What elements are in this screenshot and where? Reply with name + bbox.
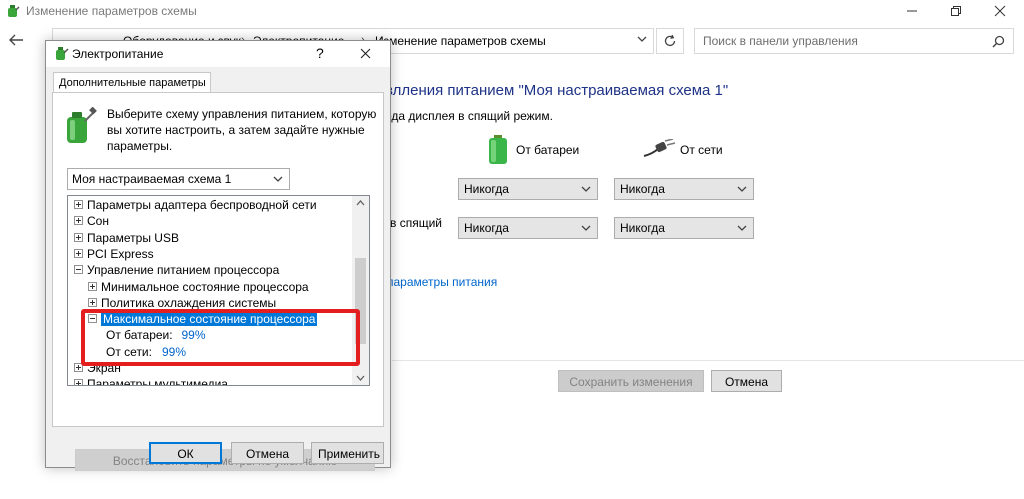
- chevron-down-icon: [581, 186, 591, 192]
- sleep-ac-dropdown[interactable]: Никогда: [614, 217, 754, 239]
- dropdown-value: Никогда: [620, 221, 665, 235]
- tree-item[interactable]: Параметры мультимедиа: [68, 376, 352, 386]
- expand-icon: [74, 200, 83, 209]
- scheme-heading: влления питанием "Моя настраиваемая схем…: [385, 82, 729, 99]
- search-icon[interactable]: [992, 35, 1005, 48]
- dialog-title: Электропитание: [72, 47, 164, 61]
- column-battery-label: От батареи: [516, 143, 580, 157]
- minimize-button[interactable]: [902, 2, 922, 20]
- close-window-button[interactable]: [990, 2, 1010, 20]
- scroll-up-icon: [356, 200, 365, 206]
- search-box[interactable]: [694, 28, 1014, 54]
- window-title: Изменение параметров схемы: [26, 4, 197, 18]
- display-ac-dropdown[interactable]: Никогда: [614, 178, 754, 200]
- tree-item[interactable]: Сон: [68, 213, 352, 229]
- tree-item-label: Политика охлаждения системы: [101, 295, 277, 310]
- refresh-icon: [664, 34, 676, 47]
- display-battery-dropdown[interactable]: Никогда: [458, 178, 598, 200]
- refresh-button[interactable]: [656, 28, 684, 54]
- scroll-down-icon: [356, 375, 365, 381]
- scheme-subtitle: рда дисплея в спящий режим.: [385, 109, 553, 123]
- close-icon: [994, 5, 1006, 17]
- back-arrow-icon[interactable]: [8, 33, 24, 47]
- collapse-icon: [74, 265, 83, 275]
- minimize-icon: [907, 10, 917, 12]
- tree-item[interactable]: PCI Express: [68, 246, 352, 262]
- tree-item-label: Сон: [87, 214, 109, 229]
- power-plan-icon: [63, 107, 97, 145]
- tree-item-label: Минимальное состояние процессора: [101, 279, 309, 294]
- ok-button[interactable]: ОК: [149, 442, 222, 464]
- expand-icon: [88, 281, 97, 291]
- power-plug-icon: [642, 139, 676, 159]
- tree-item-label: Параметры адаптера беспроводной сети: [87, 198, 317, 212]
- chevron-down-icon: [737, 225, 747, 231]
- tree-item-label: Параметры мультимедиа: [87, 377, 228, 386]
- chevron-down-icon: [737, 186, 747, 192]
- divider: [392, 360, 1024, 361]
- dropdown-value: Никогда: [620, 182, 665, 196]
- sleep-row-label: в спящий: [390, 216, 442, 230]
- power-options-icon: [6, 4, 20, 18]
- power-options-icon: [54, 46, 69, 61]
- advanced-settings-link[interactable]: параметры питания: [387, 275, 497, 289]
- expand-icon: [88, 297, 97, 307]
- sleep-battery-dropdown[interactable]: Никогда: [458, 217, 598, 239]
- tree-item[interactable]: Управление питанием процессора: [68, 262, 352, 278]
- power-options-dialog: Электропитание ? Дополнительные параметр…: [45, 40, 391, 471]
- tab-advanced-settings[interactable]: Дополнительные параметры: [53, 72, 211, 93]
- dialog-cancel-button[interactable]: Отмена: [231, 442, 304, 464]
- restore-icon: [951, 6, 961, 16]
- panel-description: Выберите схему управления питанием, кото…: [107, 107, 377, 153]
- dialog-titlebar: Электропитание ?: [46, 41, 390, 67]
- tree-item[interactable]: Параметры USB: [68, 230, 352, 246]
- power-scheme-select[interactable]: Моя настраиваемая схема 1: [67, 168, 290, 190]
- tree-item-label: PCI Express: [87, 246, 154, 261]
- expand-icon: [74, 379, 83, 385]
- apply-button[interactable]: Применить: [311, 442, 384, 464]
- chevron-down-icon: [581, 225, 591, 231]
- save-changes-button[interactable]: Сохранить изменения: [558, 370, 704, 392]
- breadcrumb-current[interactable]: Изменение параметров схемы: [375, 34, 546, 48]
- battery-icon: [487, 135, 509, 165]
- dropdown-value: Никогда: [464, 221, 509, 235]
- column-ac-label: От сети: [680, 143, 723, 157]
- tree-item-label: Управление питанием процессора: [87, 263, 280, 278]
- tree-item-label: Параметры USB: [87, 230, 179, 245]
- expand-icon: [74, 216, 83, 226]
- chevron-down-icon: [273, 176, 283, 182]
- maximize-button[interactable]: [946, 2, 966, 20]
- highlight-annotation: [81, 309, 360, 366]
- close-dialog-button[interactable]: [360, 48, 371, 59]
- close-icon: [360, 48, 371, 59]
- advanced-settings-panel: Выберите схему управления питанием, кото…: [52, 92, 384, 471]
- dropdown-value: Никогда: [464, 182, 509, 196]
- search-input[interactable]: [701, 32, 981, 50]
- chevron-down-icon[interactable]: [637, 35, 647, 43]
- selected-scheme: Моя настраиваемая схема 1: [72, 172, 232, 186]
- tree-item[interactable]: Минимальное состояние процессора: [68, 279, 352, 295]
- help-button[interactable]: ?: [316, 45, 324, 61]
- expand-icon: [74, 232, 83, 242]
- main-titlebar: Изменение параметров схемы: [0, 0, 1024, 24]
- cancel-button[interactable]: Отмена: [711, 370, 782, 392]
- expand-icon: [74, 248, 83, 258]
- tree-item[interactable]: Параметры адаптера беспроводной сети: [68, 197, 352, 213]
